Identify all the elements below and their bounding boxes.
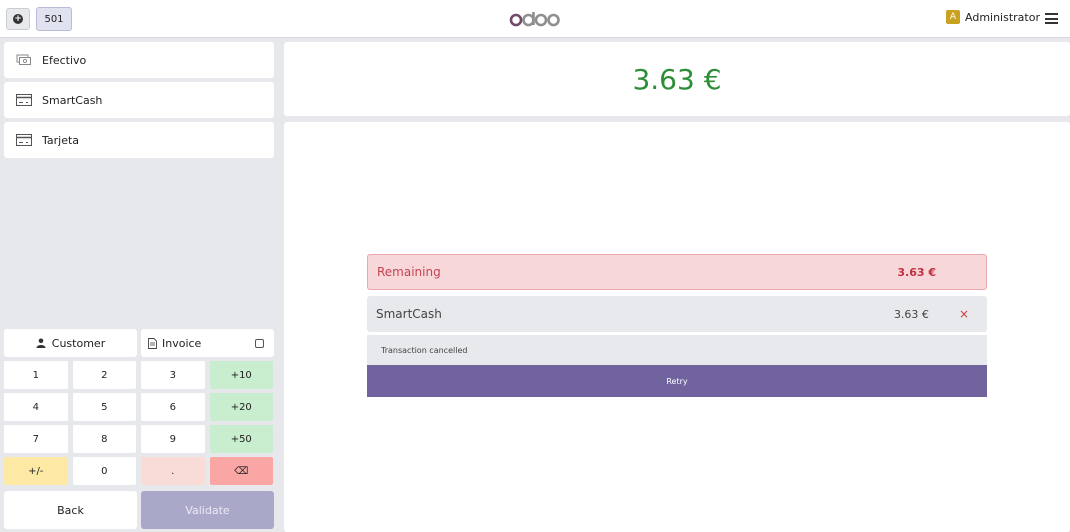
payment-method-label: Efectivo xyxy=(42,53,87,67)
customer-invoice-row: Customer Invoice xyxy=(4,329,274,357)
customer-button[interactable]: Customer xyxy=(4,329,137,357)
numpad-key-1[interactable]: 1 xyxy=(4,361,68,389)
invoice-toggle[interactable]: Invoice xyxy=(141,329,274,357)
retry-button[interactable]: Retry xyxy=(367,365,987,397)
numpad-key-plus10[interactable]: +10 xyxy=(209,361,273,389)
numpad-key-plus20[interactable]: +20 xyxy=(209,393,273,421)
numpad-key-5[interactable]: 5 xyxy=(72,393,136,421)
order-number: 501 xyxy=(44,13,64,25)
remaining-amount: 3.63 € xyxy=(897,265,936,279)
payment-method-label: SmartCash xyxy=(42,93,103,107)
back-button[interactable]: Back xyxy=(4,491,137,529)
payment-line-method: SmartCash xyxy=(376,307,442,321)
numpad-key-decimal[interactable]: . xyxy=(141,457,205,485)
user-name: Administrator xyxy=(965,10,1040,24)
numpad-key-sign[interactable]: +/- xyxy=(4,457,68,485)
invoice-checkbox[interactable] xyxy=(255,338,264,348)
card-icon xyxy=(16,134,32,146)
backspace-icon[interactable]: ⌫ xyxy=(209,457,273,485)
bottom-actions: Back Validate xyxy=(4,491,274,529)
user-icon xyxy=(36,338,46,348)
payment-method-list: Efectivo SmartCash Tarjeta xyxy=(4,42,274,162)
card-icon xyxy=(16,94,32,106)
avatar: A xyxy=(946,10,960,24)
customer-label: Customer xyxy=(51,336,106,350)
numpad-key-8[interactable]: 8 xyxy=(72,425,136,453)
remaining-row: Remaining 3.63 € xyxy=(367,254,987,290)
odoo-logo-graphic xyxy=(509,12,560,27)
odoo-logo xyxy=(509,7,561,31)
transaction-status: Transaction cancelled xyxy=(367,335,987,365)
plus-circle-icon: + xyxy=(13,14,23,24)
payment-method-smartcash[interactable]: SmartCash xyxy=(4,82,274,118)
total-amount: 3.63 € xyxy=(632,62,722,96)
user-menu[interactable]: A Administrator xyxy=(946,10,1040,24)
payment-line-amount: 3.63 € xyxy=(893,307,929,321)
new-order-button[interactable]: + xyxy=(6,8,30,30)
numpad-key-6[interactable]: 6 xyxy=(141,393,205,421)
hamburger-menu-icon[interactable] xyxy=(1045,13,1058,24)
numpad-key-2[interactable]: 2 xyxy=(72,361,136,389)
numpad: 1 2 3 +10 4 5 6 +20 7 8 9 +50 +/- 0 . ⌫ xyxy=(4,361,274,485)
file-icon xyxy=(148,337,157,349)
top-bar: + 501 A Administrator xyxy=(0,0,1070,38)
cash-icon xyxy=(16,54,31,65)
validate-button[interactable]: Validate xyxy=(141,491,274,529)
numpad-key-plus50[interactable]: +50 xyxy=(209,425,273,453)
payment-method-efectivo[interactable]: Efectivo xyxy=(4,42,274,78)
remaining-label: Remaining xyxy=(377,265,441,279)
order-tab[interactable]: 501 xyxy=(36,7,72,31)
numpad-key-3[interactable]: 3 xyxy=(141,361,205,389)
numpad-key-4[interactable]: 4 xyxy=(4,393,68,421)
invoice-label: Invoice xyxy=(162,336,202,350)
total-due-panel: 3.63 € xyxy=(284,42,1070,116)
delete-payment-line-icon[interactable]: × xyxy=(959,307,969,321)
payment-method-tarjeta[interactable]: Tarjeta xyxy=(4,122,274,158)
numpad-key-0[interactable]: 0 xyxy=(72,457,136,485)
payment-line[interactable]: SmartCash 3.63 € × xyxy=(367,296,987,332)
numpad-key-9[interactable]: 9 xyxy=(141,425,205,453)
numpad-key-7[interactable]: 7 xyxy=(4,425,68,453)
payment-method-label: Tarjeta xyxy=(42,133,80,147)
